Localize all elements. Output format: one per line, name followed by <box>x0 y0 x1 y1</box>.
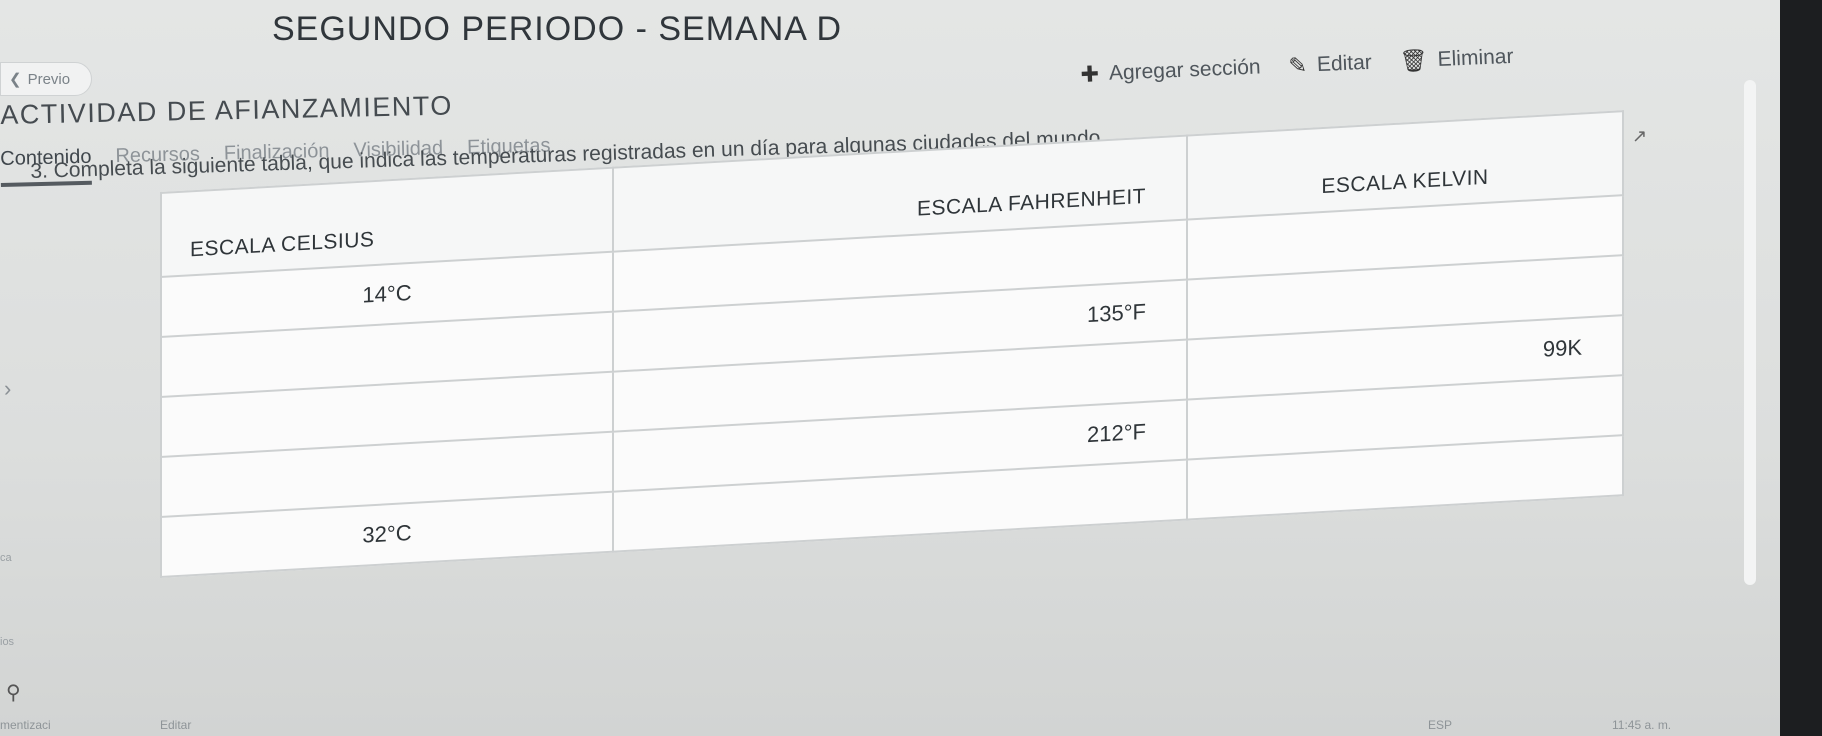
activity-title: ACTIVIDAD DE AFIANZAMIENTO <box>0 90 454 130</box>
monitor-bezel <box>1780 0 1822 736</box>
add-section-button[interactable]: ✚ Agregar sección <box>1080 54 1261 88</box>
scrollbar-thumb[interactable] <box>1744 80 1756 585</box>
sidebar-fragment: ios <box>0 636 15 648</box>
pin-icon: ⚲ <box>6 682 21 704</box>
section-toolbar: ✚ Agregar sección ✎ Editar 🗑 Eliminar <box>1080 44 1514 88</box>
delete-label: Eliminar <box>1437 44 1514 72</box>
page-title: SEGUNDO PERIODO - SEMANA D <box>272 10 843 48</box>
previous-button-label: Previo <box>27 70 71 88</box>
previous-button[interactable]: ❮ Previo <box>0 62 92 96</box>
temperature-table: ESCALA CELSIUS ESCALA FAHRENHEIT ESCALA … <box>160 110 1624 579</box>
temperature-table-container: ESCALA CELSIUS ESCALA FAHRENHEIT ESCALA … <box>160 110 1624 579</box>
bottom-left-text: mentizaci <box>0 718 51 732</box>
delete-button[interactable]: 🗑 Eliminar <box>1399 44 1514 75</box>
edit-label: Editar <box>1316 50 1373 77</box>
edit-button[interactable]: ✎ Editar <box>1288 50 1372 79</box>
chevron-right-icon[interactable]: › <box>4 376 11 402</box>
trash-icon: 🗑 <box>1399 47 1429 74</box>
sidebar-fragment: ca <box>0 552 12 564</box>
browser-viewport: SEGUNDO PERIODO - SEMANA D ❮ Previo ACTI… <box>0 0 1780 736</box>
mouse-cursor-icon: ↗ <box>1632 126 1648 146</box>
add-section-label: Agregar sección <box>1108 55 1262 85</box>
clock: 11:45 a. m. <box>1612 718 1672 732</box>
chevron-left-icon: ❮ <box>9 71 22 88</box>
bottom-edit-link[interactable]: Editar <box>160 718 191 732</box>
language-indicator: ESP <box>1428 718 1453 732</box>
bottom-status-bar: mentizaci Editar ESP 11:45 a. m. <box>0 716 1780 736</box>
plus-icon: ✚ <box>1080 61 1100 87</box>
pencil-icon: ✎ <box>1288 52 1308 79</box>
